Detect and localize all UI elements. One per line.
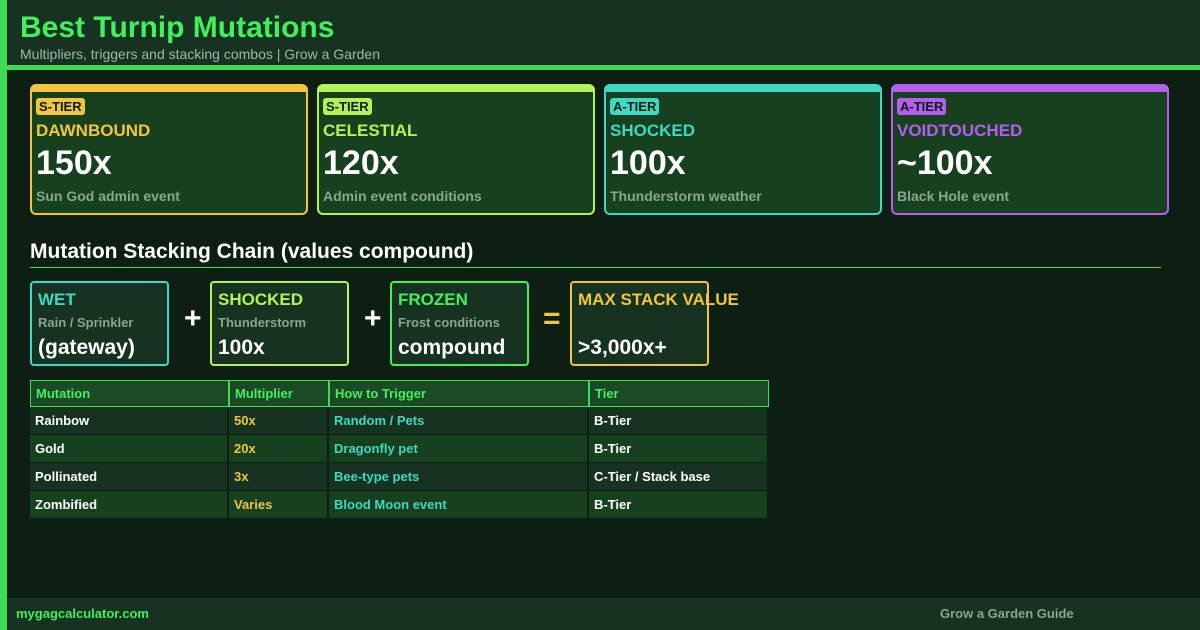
guide-label: Grow a Garden Guide bbox=[940, 606, 1074, 621]
chain-step-name: FROZEN bbox=[398, 290, 468, 309]
page-header: Best Turnip Mutations Multipliers, trigg… bbox=[7, 0, 1200, 70]
cell-trigger: Dragonfly pet bbox=[329, 435, 589, 463]
cell-tier: B-Tier bbox=[589, 491, 769, 519]
mutation-name: VOIDTOUCHED bbox=[897, 121, 1023, 140]
cell-mutation: Rainbow bbox=[30, 407, 229, 435]
chain-step-value: 100x bbox=[218, 336, 265, 359]
tier-badge: A-TIER bbox=[897, 98, 947, 115]
cell-tier: B-Tier bbox=[589, 407, 769, 435]
chain-result-max-stack: MAX STACK VALUE >3,000x+ bbox=[570, 281, 739, 366]
mutation-description: Thunderstorm weather bbox=[610, 188, 762, 204]
page-footer: mygagcalculator.com Grow a Garden Guide bbox=[7, 598, 1200, 630]
page-title: Best Turnip Mutations bbox=[20, 11, 335, 44]
tier-badge: A-TIER bbox=[610, 98, 660, 115]
equals-operator: = bbox=[543, 302, 561, 335]
column-header-mutation: Mutation bbox=[30, 380, 229, 407]
cell-tier: B-Tier bbox=[589, 435, 769, 463]
mutation-name: DAWNBOUND bbox=[36, 121, 151, 140]
cell-trigger: Bee-type pets bbox=[329, 463, 589, 491]
table-header-row: Mutation Multiplier How to Trigger Tier bbox=[30, 380, 769, 407]
page-subtitle: Multipliers, triggers and stacking combo… bbox=[20, 46, 381, 62]
mutation-card-voidtouched[interactable]: A-TIER VOIDTOUCHED ~100x Black Hole even… bbox=[891, 84, 1169, 215]
column-header-multiplier: Multiplier bbox=[229, 380, 329, 407]
tier-badge: S-TIER bbox=[36, 98, 85, 115]
table-row: Zombified Varies Blood Moon event B-Tier bbox=[30, 491, 769, 519]
mutation-multiplier: 150x bbox=[36, 144, 112, 182]
tier-badge: S-TIER bbox=[323, 98, 372, 115]
mutation-name: SHOCKED bbox=[610, 121, 696, 140]
mutation-card-shocked[interactable]: A-TIER SHOCKED 100x Thunderstorm weather bbox=[604, 84, 882, 215]
chain-result-name: MAX STACK VALUE bbox=[578, 290, 739, 309]
chain-step-trigger: Rain / Sprinkler bbox=[38, 315, 134, 330]
site-link[interactable]: mygagcalculator.com bbox=[16, 606, 149, 621]
cell-multiplier: 20x bbox=[229, 435, 329, 463]
mutation-multiplier: ~100x bbox=[897, 144, 993, 182]
table-row: Rainbow 50x Random / Pets B-Tier bbox=[30, 407, 769, 435]
chain-step-trigger: Frost conditions bbox=[398, 315, 500, 330]
table-row: Pollinated 3x Bee-type pets C-Tier / Sta… bbox=[30, 463, 769, 491]
plus-operator: + bbox=[364, 302, 382, 335]
chain-step-wet: WET Rain / Sprinkler (gateway) bbox=[30, 281, 169, 366]
section-divider bbox=[30, 267, 1161, 268]
chain-step-value: (gateway) bbox=[38, 336, 135, 359]
cell-mutation: Gold bbox=[30, 435, 229, 463]
chain-step-name: WET bbox=[38, 290, 76, 309]
chain-step-name: SHOCKED bbox=[218, 290, 304, 309]
mutation-multiplier: 100x bbox=[610, 144, 686, 182]
chain-step-value: compound bbox=[398, 336, 506, 359]
mutation-description: Black Hole event bbox=[897, 188, 1010, 204]
mutation-card-dawnbound[interactable]: S-TIER DAWNBOUND 150x Sun God admin even… bbox=[30, 84, 308, 215]
cell-multiplier: Varies bbox=[229, 491, 329, 519]
cell-multiplier: 50x bbox=[229, 407, 329, 435]
cell-mutation: Zombified bbox=[30, 491, 229, 519]
cell-tier: C-Tier / Stack base bbox=[589, 463, 769, 491]
mutation-card-celestial[interactable]: S-TIER CELESTIAL 120x Admin event condit… bbox=[317, 84, 595, 215]
tier-cards: S-TIER DAWNBOUND 150x Sun God admin even… bbox=[30, 84, 1169, 215]
cell-multiplier: 3x bbox=[229, 463, 329, 491]
mutation-name: CELESTIAL bbox=[323, 121, 418, 140]
stacking-chain-title: Mutation Stacking Chain (values compound… bbox=[30, 240, 474, 263]
cell-mutation: Pollinated bbox=[30, 463, 229, 491]
column-header-trigger: How to Trigger bbox=[329, 380, 589, 407]
mutation-description: Sun God admin event bbox=[36, 188, 180, 204]
chain-step-frozen: FROZEN Frost conditions compound bbox=[390, 281, 529, 366]
cell-trigger: Blood Moon event bbox=[329, 491, 589, 519]
mutation-table: Mutation Multiplier How to Trigger Tier … bbox=[30, 380, 769, 519]
column-header-tier: Tier bbox=[589, 380, 769, 407]
cell-trigger: Random / Pets bbox=[329, 407, 589, 435]
chain-step-trigger: Thunderstorm bbox=[218, 315, 307, 330]
table-row: Gold 20x Dragonfly pet B-Tier bbox=[30, 435, 769, 463]
plus-operator: + bbox=[184, 302, 202, 335]
accent-bar bbox=[0, 0, 7, 630]
mutation-description: Admin event conditions bbox=[323, 188, 482, 204]
chain-step-shocked: SHOCKED Thunderstorm 100x bbox=[210, 281, 349, 366]
mutation-multiplier: 120x bbox=[323, 144, 399, 182]
chain-result-value: >3,000x+ bbox=[578, 336, 667, 359]
